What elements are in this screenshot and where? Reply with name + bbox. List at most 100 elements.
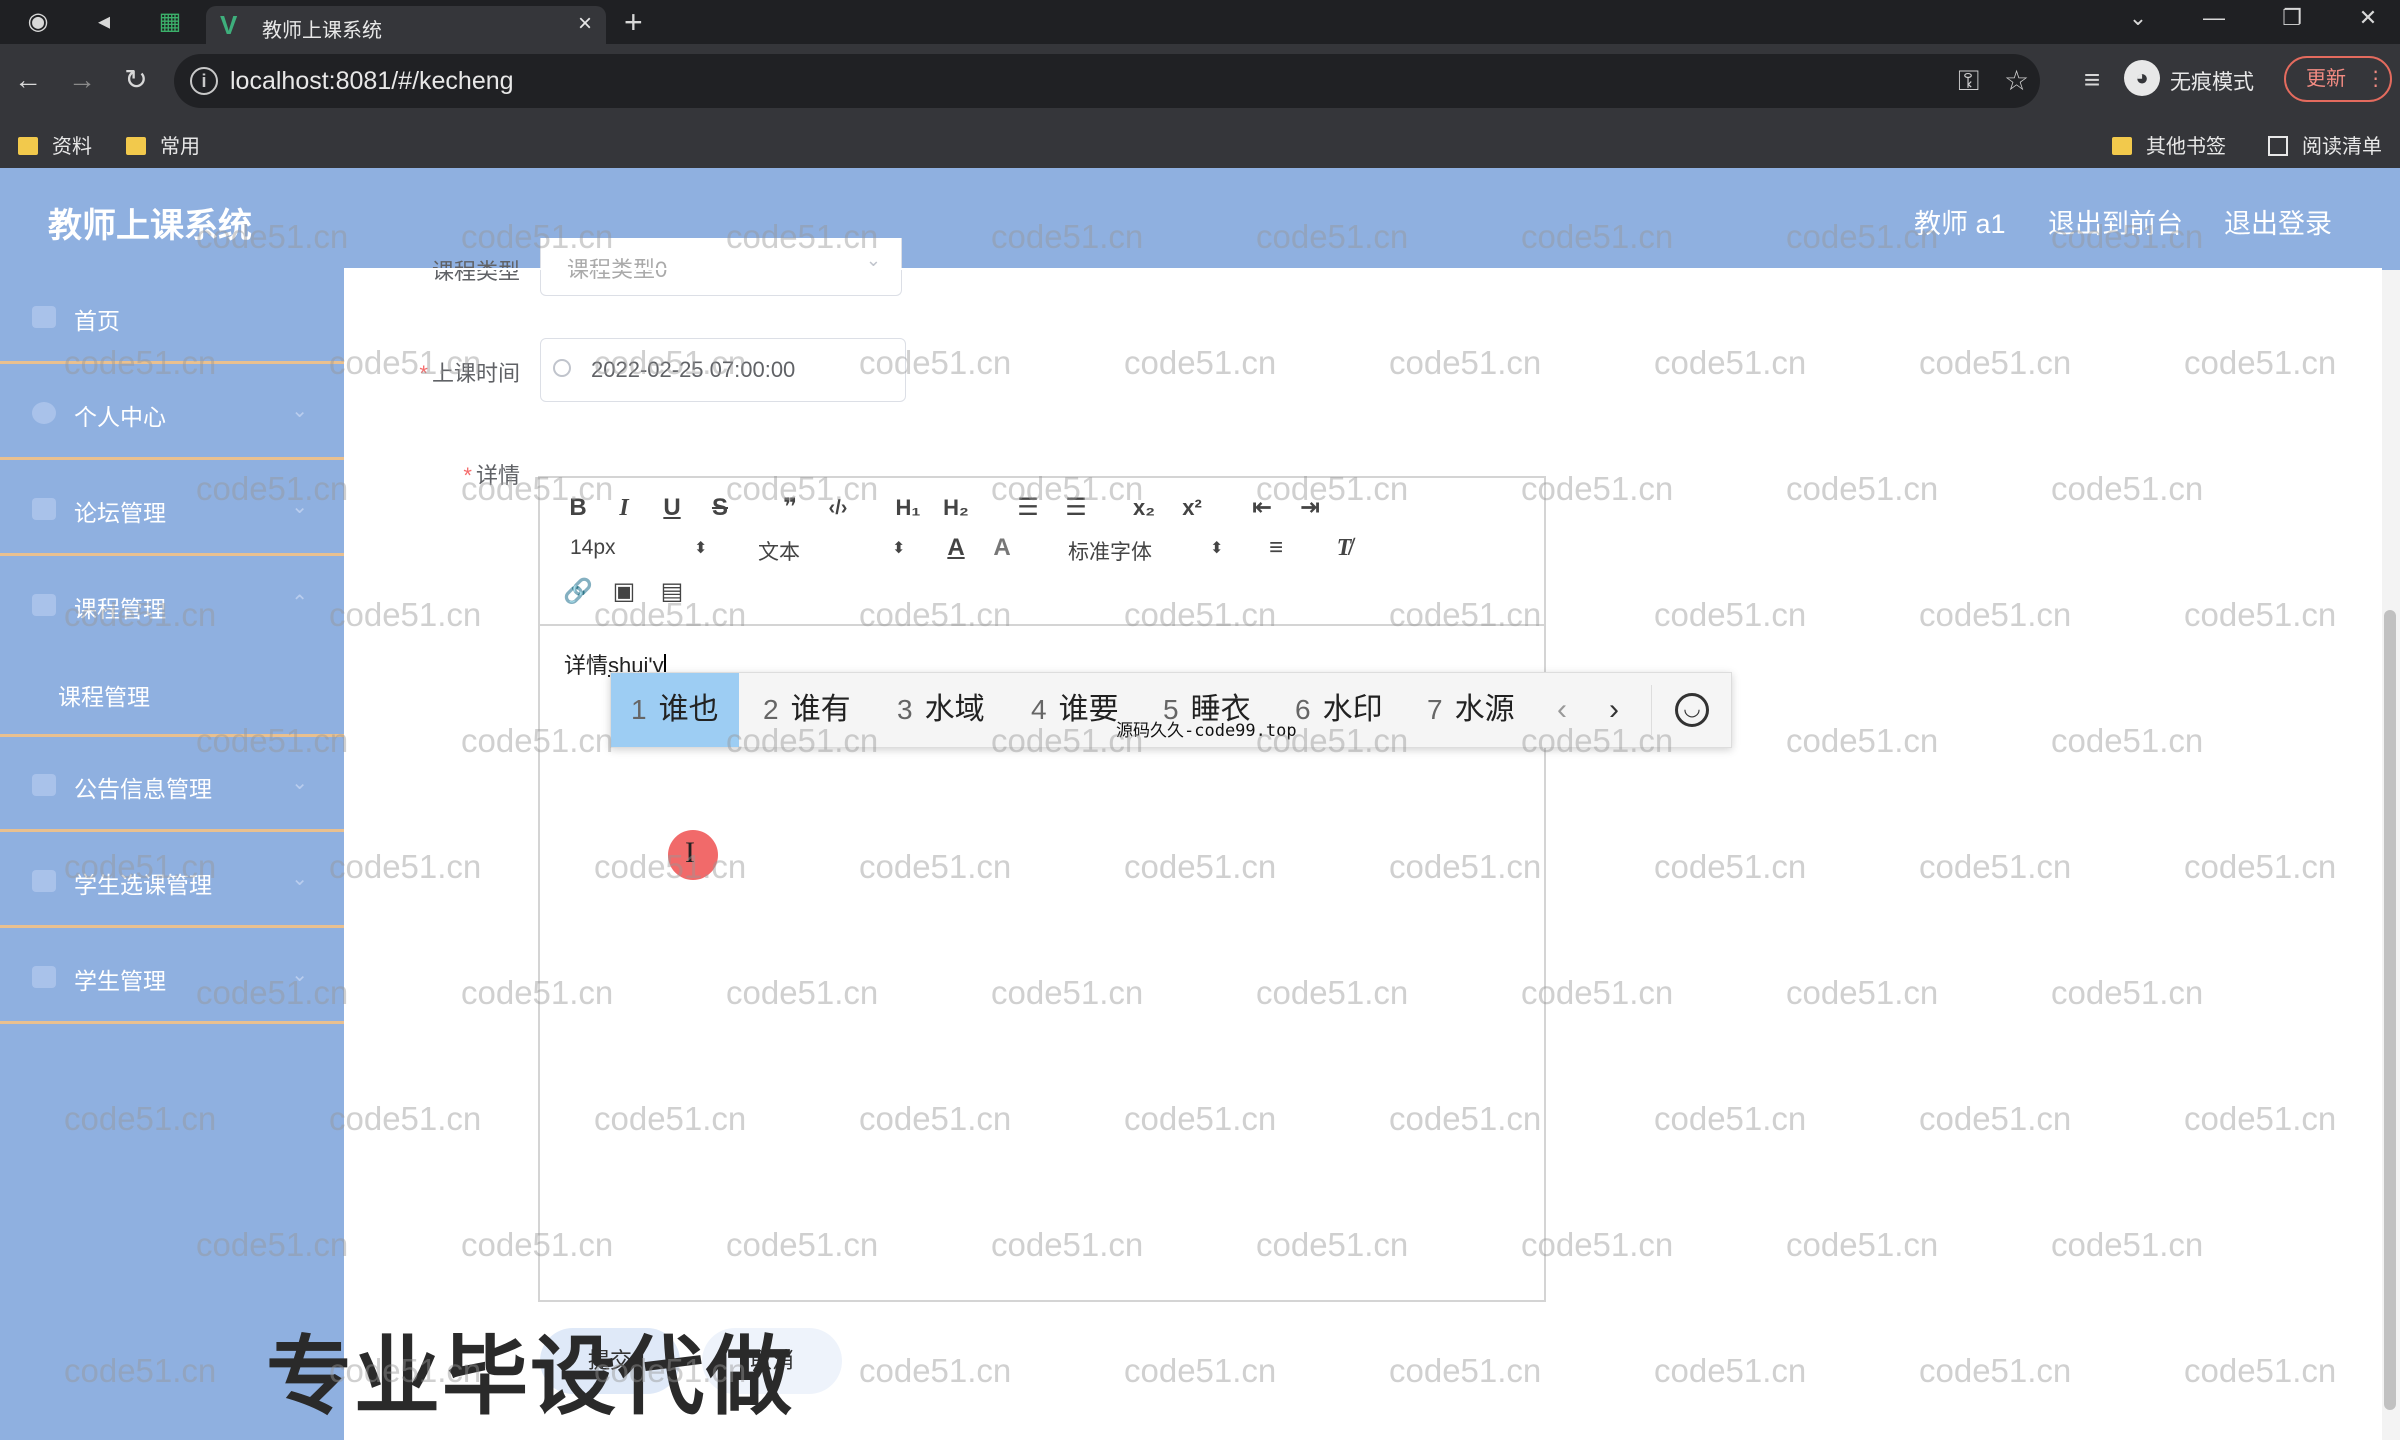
editor-text: 详情 (564, 653, 609, 678)
font-color-icon[interactable]: A (940, 534, 972, 562)
reload-icon[interactable]: ↻ (118, 62, 154, 98)
browser-tab[interactable]: V 教师上课系统 × (206, 6, 606, 44)
bookmarks-bar: 资料 常用 其他书签 阅读清单 (0, 118, 2400, 168)
browser-menu-icon[interactable]: ◉ (22, 6, 54, 38)
other-bookmarks-label: 其他书签 (2146, 136, 2226, 158)
ordered-list-icon[interactable]: ☰ (1012, 494, 1044, 522)
sidebar-item-enroll[interactable]: 学生选课管理 ⌄ (0, 834, 344, 928)
blockquote-icon[interactable]: ❞ (774, 494, 806, 522)
other-bookmarks[interactable]: 其他书签 (2112, 130, 2226, 159)
url-text[interactable]: localhost:8081/#/kecheng (230, 67, 514, 96)
key-icon[interactable]: ⚿ (1958, 66, 1979, 96)
vue-logo-icon: V (220, 10, 238, 40)
app-title: 教师上课系统 (48, 207, 252, 245)
bookmark-folder[interactable]: 常用 (126, 130, 200, 159)
minimize-icon[interactable]: — (2190, 0, 2238, 36)
class-time-label: * 上课时间 (400, 356, 520, 388)
ime-next-page-icon[interactable]: › (1609, 673, 1619, 747)
background-color-icon[interactable]: A (986, 534, 1018, 562)
ime-separator (1651, 685, 1652, 735)
clear-format-icon[interactable]: T̸ (1328, 534, 1360, 562)
ime-candidate[interactable]: 2 谁有 (763, 673, 851, 747)
ime-candidate[interactable]: 7 水源 (1427, 673, 1515, 747)
course-type-select[interactable]: 课程类型0 ⌄ (540, 238, 902, 296)
back-to-front-link[interactable]: 退出到前台 (2048, 202, 2183, 241)
sidebar: 首页 个人中心 ⌄ 论坛管理 ⌄ 课程管理 ⌃ 课程管理 公告信息管理 ⌄ 学生… (0, 270, 344, 1440)
class-time-label-text: 上课时间 (431, 361, 520, 386)
italic-icon[interactable]: I (608, 494, 640, 522)
new-tab-button[interactable]: + (624, 4, 643, 40)
chevron-down-icon: ⌄ (291, 496, 308, 518)
chevron-up-icon: ⌃ (291, 592, 308, 614)
candidate-text: 谁要 (1058, 693, 1119, 726)
reading-list[interactable]: 阅读清单 (2268, 130, 2382, 159)
back-icon[interactable]: ← (10, 62, 46, 98)
candidate-text: 谁也 (658, 693, 719, 726)
logout-link[interactable]: 退出登录 (2224, 202, 2332, 241)
sidebar-item-course[interactable]: 课程管理 ⌃ (0, 558, 344, 652)
header-select[interactable]: 文本 ⬍ (758, 536, 905, 566)
tab-search-icon[interactable]: ⌄ (2114, 0, 2162, 36)
bold-icon[interactable]: B (562, 494, 594, 522)
sidebar-item-label: 学生管理 (74, 968, 166, 994)
strikethrough-icon[interactable]: S (704, 494, 736, 522)
sidebar-item-notice[interactable]: 公告信息管理 ⌄ (0, 738, 344, 832)
restore-icon[interactable]: ❐ (2268, 0, 2316, 36)
ime-prev-page-icon[interactable]: ‹ (1557, 673, 1567, 747)
image-icon[interactable]: ▣ (608, 578, 640, 606)
font-family-select[interactable]: 标准字体 ⬍ (1068, 536, 1228, 566)
sheet-icon[interactable]: ▦ (154, 6, 186, 38)
bookmark-folder[interactable]: 资料 (18, 130, 92, 159)
code-block-icon[interactable]: ‹/› (822, 494, 854, 522)
sidebar-item-student[interactable]: 学生管理 ⌄ (0, 930, 344, 1024)
sidebar-item-home[interactable]: 首页 (0, 270, 344, 364)
heading1-icon[interactable]: H₁ (892, 494, 924, 522)
subscript-icon[interactable]: x₂ (1128, 494, 1160, 522)
notice-icon (32, 774, 56, 796)
heading2-icon[interactable]: H₂ (940, 494, 972, 522)
indent-icon[interactable]: ⇥ (1294, 494, 1326, 522)
required-mark: * (419, 361, 428, 386)
ime-candidate[interactable]: 3 水域 (897, 673, 985, 747)
candidate-number: 3 (897, 694, 913, 725)
course-type-label: 课程类型 (420, 254, 520, 286)
bullet-list-icon[interactable]: ☰ (1060, 494, 1092, 522)
sidebar-item-label: 公告信息管理 (74, 776, 212, 802)
font-size-select[interactable]: 14px ⬍ (570, 536, 710, 560)
ime-candidate[interactable]: 4 谁要 (1031, 673, 1119, 747)
tab-close-icon[interactable]: × (578, 10, 592, 38)
address-bar[interactable]: i localhost:8081/#/kecheng ⚿ ☆ (174, 54, 2040, 108)
emoji-icon[interactable]: ◡ (1675, 693, 1709, 727)
rich-text-editor[interactable]: B I U S ❞ ‹/› H₁ H₂ ☰ ☰ x₂ x² ⇤ ⇥ 14px ⬍… (538, 476, 1546, 1302)
sidebar-item-label: 首页 (74, 308, 120, 334)
bookmark-star-icon[interactable]: ☆ (2004, 66, 2029, 96)
header-select-value: 文本 (758, 541, 800, 564)
align-icon[interactable]: ≡ (1260, 534, 1292, 562)
superscript-icon[interactable]: x² (1176, 494, 1208, 522)
sidebar-item-label: 论坛管理 (74, 500, 166, 526)
outdent-icon[interactable]: ⇤ (1246, 494, 1278, 522)
sidebar-item-label: 个人中心 (74, 404, 166, 430)
video-icon[interactable]: ▤ (656, 578, 688, 606)
close-window-icon[interactable]: ✕ (2344, 0, 2392, 36)
mute-icon[interactable]: ◂ (88, 6, 120, 38)
sidebar-item-profile[interactable]: 个人中心 ⌄ (0, 366, 344, 460)
clock-icon (553, 359, 571, 377)
link-icon[interactable]: 🔗 (562, 578, 594, 606)
reading-mode-icon[interactable]: ≡ (2074, 62, 2110, 98)
ime-candidate[interactable]: 6 水印 (1295, 673, 1383, 747)
course-type-label-text: 课程类型 (431, 259, 520, 284)
sidebar-item-forum[interactable]: 论坛管理 ⌄ (0, 462, 344, 556)
candidate-text: 谁有 (790, 693, 851, 726)
update-button[interactable]: 更新 ⋮ (2284, 56, 2392, 102)
font-size-value: 14px (570, 536, 616, 559)
class-time-value: 2022-02-25 07:00:00 (591, 357, 796, 382)
sidebar-subitem-course-manage[interactable]: 课程管理 (58, 678, 150, 712)
site-info-icon[interactable]: i (190, 67, 218, 95)
underline-icon[interactable]: U (656, 494, 688, 522)
ime-candidate[interactable]: 1 谁也 (611, 673, 739, 747)
scrollbar-thumb[interactable] (2384, 610, 2396, 1410)
forward-icon[interactable]: → (64, 62, 100, 98)
class-time-picker[interactable]: 2022-02-25 07:00:00 (540, 338, 906, 402)
updown-icon: ⬍ (1210, 540, 1224, 557)
